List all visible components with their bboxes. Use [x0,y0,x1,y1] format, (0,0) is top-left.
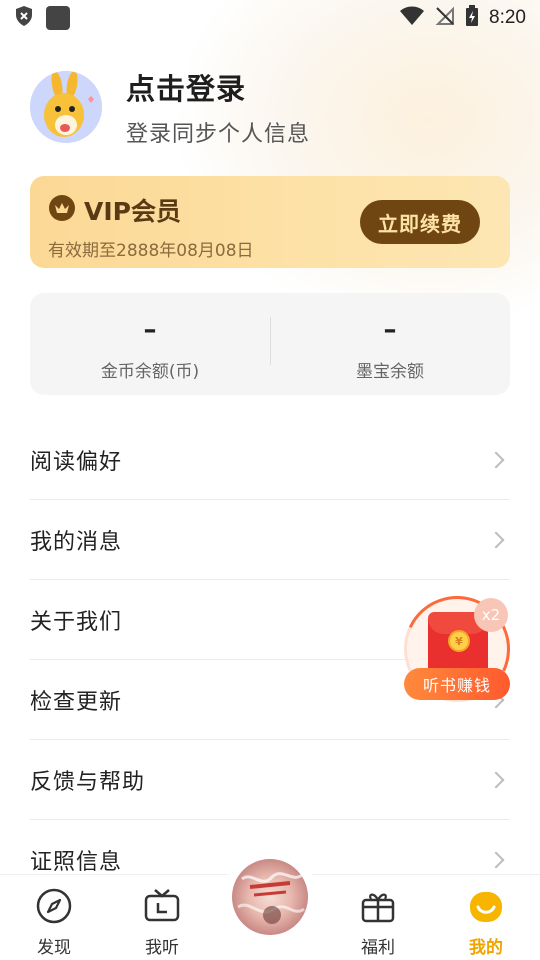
menu-item-reading-preference[interactable]: 阅读偏好 [30,420,510,500]
tab-mine[interactable]: 我的 [432,875,540,960]
menu-item-label: 关于我们 [30,609,123,635]
login-subtitle: 登录同步个人信息 [126,122,311,147]
tab-label: 福利 [361,938,395,958]
ink-balance-value: – [383,315,397,345]
tab-listen[interactable]: 我听 [108,875,216,960]
vip-crown-icon [48,194,76,226]
tab-now-playing[interactable] [216,849,324,960]
wifi-icon [399,6,425,30]
profile-header[interactable]: 点击登录 登录同步个人信息 [30,66,310,148]
coin-balance-value: – [143,315,157,345]
tab-label: 发现 [37,938,71,958]
compass-icon [35,887,73,929]
menu-item-label: 阅读偏好 [30,449,123,475]
vip-card[interactable]: VIP会员 有效期至2888年08月08日 立即续费 [30,176,510,268]
chevron-right-icon [487,851,505,868]
bottom-tab-bar: 发现 我听 福利 我的 [0,849,540,960]
tab-label: 我听 [145,938,179,958]
menu-item-label: 我的消息 [30,529,123,555]
book-cover-disc-icon [232,859,308,935]
vip-expire-date: 有效期至2888年08月08日 [48,241,254,261]
ink-balance-label: 墨宝余额 [356,362,424,382]
coin-balance[interactable]: – 金币余额(币) [30,293,270,395]
tab-discover[interactable]: 发现 [0,875,108,960]
coin-balance-label: 金币余额(币) [100,362,200,382]
listen-earn-label[interactable]: 听书赚钱 [404,668,510,700]
status-bar: 8:20 [0,0,540,36]
now-playing-disc[interactable] [222,849,318,945]
multiplier-badge: x2 [474,598,508,632]
battery-charging-icon [465,5,479,31]
chevron-right-icon [487,771,505,788]
menu-item-label: 证照信息 [30,849,123,875]
listen-earn-widget[interactable]: ¥ x2 听书赚钱 [389,581,525,717]
menu-item-messages[interactable]: 我的消息 [30,500,510,580]
vip-title: VIP会员 [84,197,181,226]
menu-item-feedback-help[interactable]: 反馈与帮助 [30,740,510,820]
tab-label: 我的 [469,938,503,958]
menu-item-label: 检查更新 [30,689,123,715]
shield-x-icon [14,5,34,31]
coin-icon: ¥ [448,630,470,652]
tab-welfare[interactable]: 福利 [324,875,432,960]
kangaroo-avatar-icon[interactable] [30,71,102,143]
login-title[interactable]: 点击登录 [126,66,310,108]
chevron-right-icon [487,531,505,548]
status-time: 8:20 [489,7,526,28]
gift-icon [359,887,397,929]
chevron-right-icon [487,451,505,468]
balance-card: – 金币余额(币) – 墨宝余额 [30,293,510,395]
no-signal-icon [435,6,455,30]
balance-divider [270,317,271,365]
tv-icon [143,887,181,929]
menu-item-label: 反馈与帮助 [30,769,146,795]
app-square-icon [46,6,70,30]
ink-balance[interactable]: – 墨宝余额 [270,293,510,395]
renew-vip-button[interactable]: 立即续费 [360,200,480,244]
profile-face-icon [467,887,505,929]
